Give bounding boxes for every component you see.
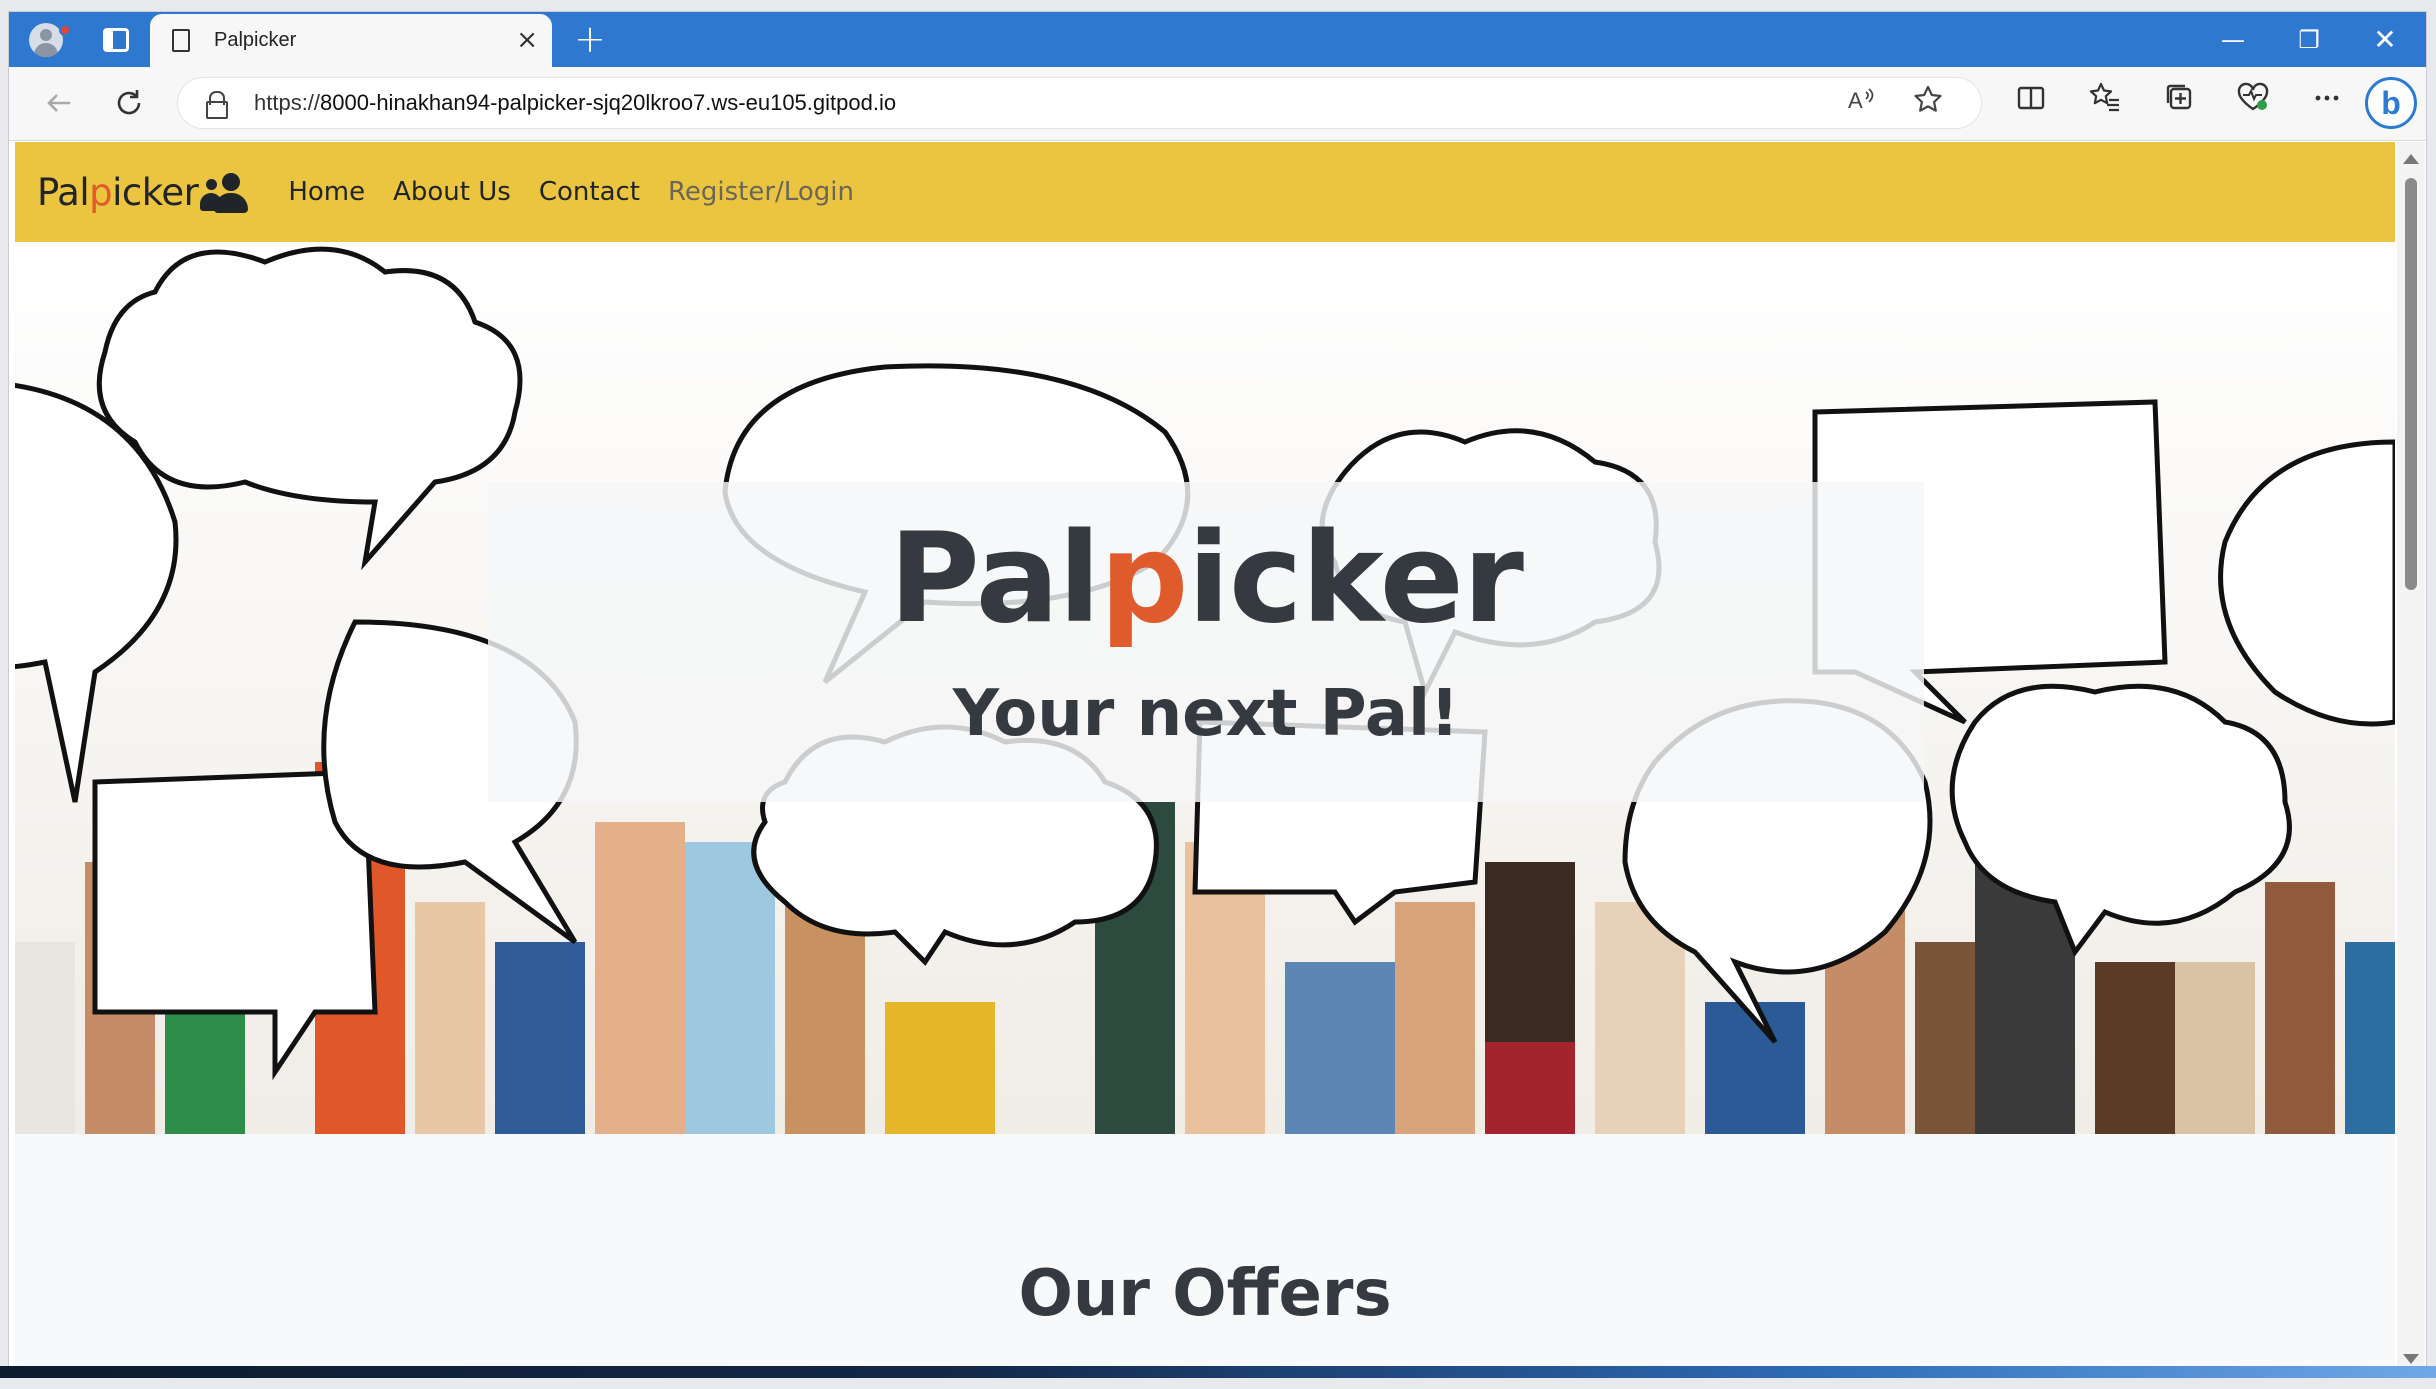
refresh-icon (117, 90, 141, 115)
restore-button[interactable]: ❐ (2279, 20, 2339, 60)
hero-title-pre: Pal (889, 507, 1101, 651)
hero-title: Palpicker (889, 504, 1524, 654)
svg-text:A: A (1848, 88, 1863, 113)
bing-copilot-icon[interactable]: b (2365, 77, 2417, 129)
tab-title: Palpicker (214, 29, 297, 51)
browser-window: Palpicker × + — ❐ ✕ https://8000-hinakha… (9, 12, 2426, 1374)
browser-essentials-icon[interactable] (2230, 81, 2276, 127)
page-scrollbar[interactable] (2397, 142, 2425, 1374)
scroll-down-arrow-icon[interactable] (2403, 1354, 2419, 1364)
close-window-button[interactable]: ✕ (2355, 20, 2415, 60)
hero-subtitle: Your next Pal! (952, 677, 1460, 751)
collections-icon[interactable] (2156, 81, 2202, 127)
more-icon[interactable] (2304, 81, 2350, 127)
nav-links: Home About Us Contact Register/Login (288, 177, 882, 207)
favorites-icon[interactable] (2082, 81, 2128, 127)
nav-about-link[interactable]: About Us (393, 177, 511, 207)
read-aloud-icon[interactable]: A (1842, 84, 1882, 123)
nav-home-link[interactable]: Home (288, 177, 365, 207)
taskbar-strip (0, 1366, 2436, 1378)
site-navbar: Pal p icker Home About Us Contact Register… (15, 142, 2395, 242)
users-icon (200, 171, 249, 213)
workspaces-icon (103, 28, 129, 52)
new-tab-button[interactable]: + (569, 20, 611, 60)
hero-overlay: Palpicker Your next Pal! (488, 482, 1924, 802)
brand-text-highlight: p (89, 170, 113, 214)
scroll-thumb[interactable] (2405, 178, 2417, 590)
profile-button[interactable] (21, 18, 71, 62)
address-bar[interactable]: https://8000-hinakhan94-palpicker-sjq20l… (177, 77, 1982, 129)
page-viewport: Pal p icker Home About Us Contact Register… (15, 142, 2395, 1374)
lock-icon[interactable] (206, 91, 228, 119)
offers-heading: Our Offers (1018, 1257, 1392, 1331)
favorite-star-icon[interactable] (1908, 84, 1948, 123)
hero-section: Palpicker Your next Pal! (15, 242, 2395, 1134)
brand-text-post: icker (112, 170, 199, 214)
browser-toolbar: https://8000-hinakhan94-palpicker-sjq20l… (9, 67, 2426, 141)
profile-icon (29, 23, 63, 57)
notification-dot (59, 24, 71, 36)
brand-text-pre: Pal (37, 170, 90, 214)
url-prefix: https:// (254, 90, 321, 115)
split-screen-icon[interactable] (2008, 81, 2054, 127)
tab-bar: Palpicker × + — ❐ ✕ (9, 12, 2426, 67)
workspaces-button[interactable] (91, 18, 141, 62)
tab-close-icon[interactable]: × (516, 26, 538, 54)
url-host: 8000-hinakhan94-palpicker-sjq20lkroo7.ws… (320, 90, 897, 115)
hero-title-post: icker (1187, 507, 1524, 651)
hero-title-highlight: p (1099, 507, 1189, 651)
page-icon (172, 29, 190, 52)
back-icon (47, 94, 70, 112)
nav-contact-link[interactable]: Contact (539, 177, 640, 207)
refresh-button[interactable] (105, 79, 153, 127)
nav-register-login-link[interactable]: Register/Login (668, 177, 854, 207)
url-text[interactable]: https://8000-hinakhan94-palpicker-sjq20l… (254, 90, 896, 116)
minimize-button[interactable]: — (2203, 20, 2263, 60)
back-button[interactable] (35, 79, 83, 127)
scroll-up-arrow-icon[interactable] (2403, 154, 2419, 164)
tab-palpicker[interactable]: Palpicker × (150, 14, 552, 67)
brand-logo[interactable]: Pal p icker (37, 170, 249, 214)
